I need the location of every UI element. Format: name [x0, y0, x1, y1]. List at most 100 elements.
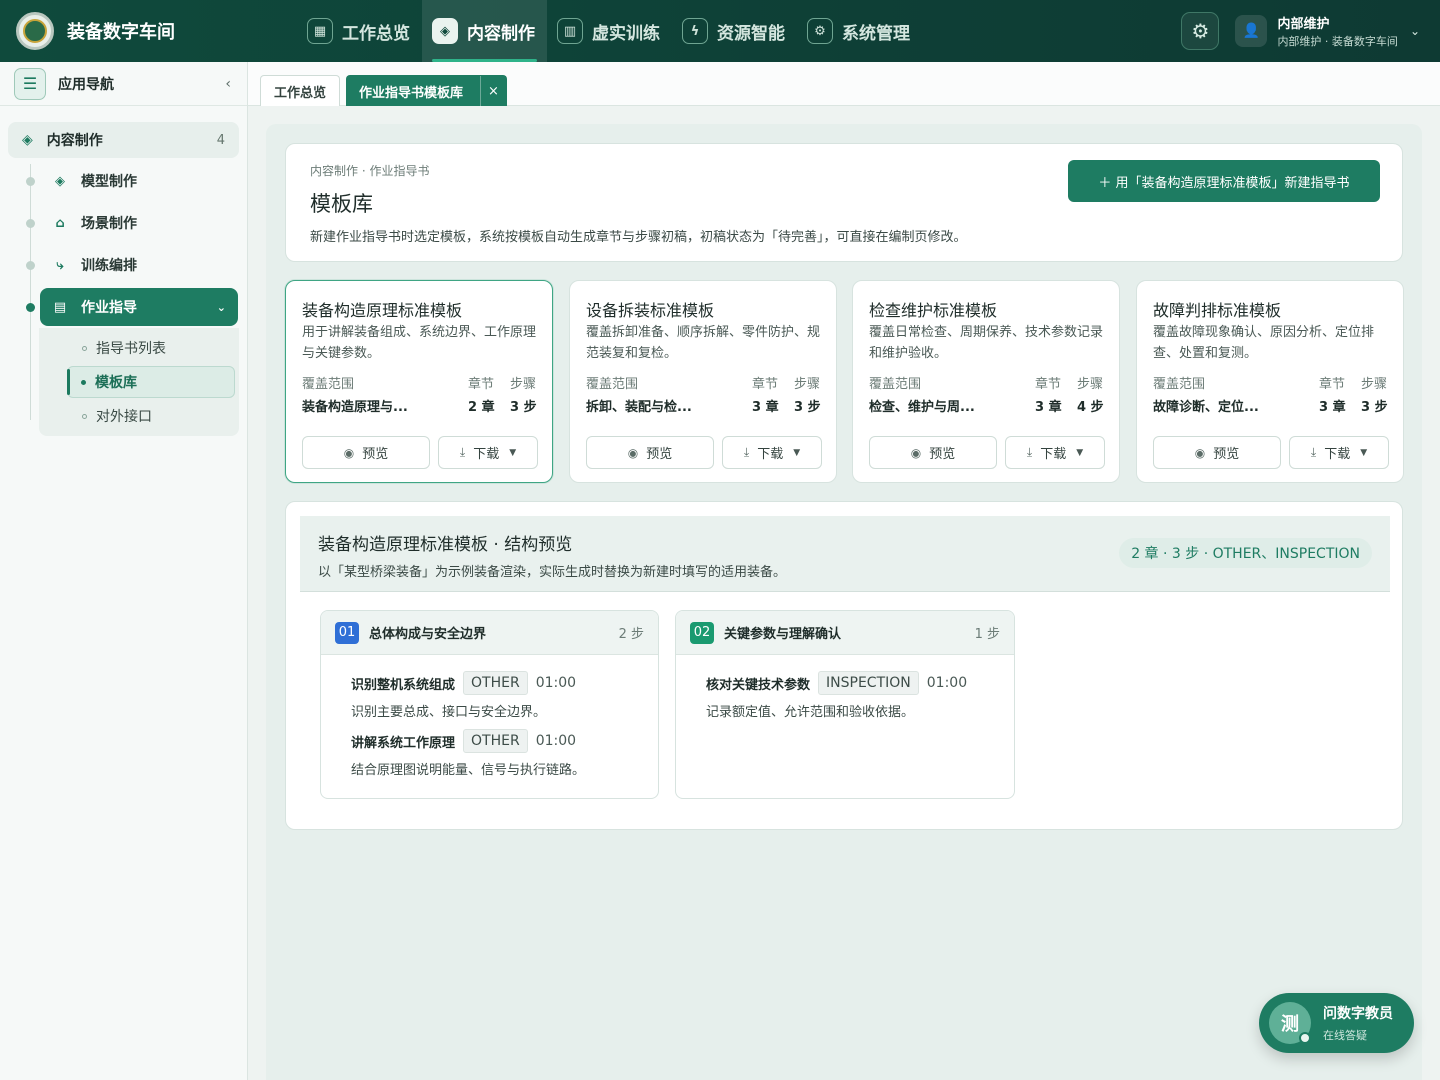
- menu-icon: ☰: [22, 74, 38, 93]
- step-type-tag: INSPECTION: [818, 671, 919, 695]
- spark-icon: ϟ: [682, 18, 708, 44]
- group-count: 4: [216, 132, 225, 148]
- cube-icon: ◈: [55, 173, 65, 189]
- topnav-system[interactable]: ⚙ 系统管理: [797, 0, 922, 62]
- caret-down-icon: ▼: [509, 447, 517, 458]
- building-icon: ⌂: [55, 215, 65, 231]
- chevron-down-icon: ⌄: [1409, 24, 1420, 38]
- sidebar-title: 应用导航: [58, 76, 114, 93]
- sidebar-subitem-api[interactable]: 对外接口: [39, 400, 239, 432]
- eye-icon: ◉: [343, 445, 355, 460]
- tab-overview[interactable]: 工作总览: [260, 75, 340, 106]
- assistant-avatar: 测: [1269, 1002, 1311, 1044]
- caret-down-icon: ▼: [1076, 447, 1084, 458]
- breadcrumb: 内容制作 · 作业指导书: [310, 164, 430, 178]
- document-icon: ▤: [53, 299, 67, 315]
- tree-node: [26, 177, 35, 186]
- chapter-title: 总体构成与安全边界: [369, 627, 487, 642]
- settings-button[interactable]: ⚙: [1181, 12, 1220, 50]
- tab-template-library[interactable]: 作业指导书模板库 ×: [346, 75, 507, 107]
- book-icon: ▥: [557, 18, 583, 44]
- template-card[interactable]: 设备拆装标准模板 覆盖拆卸准备、顺序拆解、零件防护、规范装复和复检。 覆盖范围 …: [569, 280, 837, 483]
- step-duration: 01:00: [535, 733, 577, 749]
- topnav-resources[interactable]: ϟ 资源智能: [672, 0, 797, 62]
- eye-icon: ◉: [1194, 445, 1206, 460]
- topnav-training[interactable]: ▥ 虚实训练: [547, 0, 672, 62]
- download-button[interactable]: ⤓ 下载 ▼: [438, 436, 538, 469]
- template-card[interactable]: 装备构造原理标准模板 用于讲解装备组成、系统边界、工作原理与关键参数。 覆盖范围…: [285, 280, 553, 483]
- menu-toggle-button[interactable]: ☰: [14, 67, 46, 100]
- preview-header: 装备构造原理标准模板 · 结构预览 以「某型桥梁装备」为示例装备渲染，实际生成时…: [300, 516, 1390, 592]
- step-type-tag: OTHER: [463, 729, 528, 753]
- download-icon: ⤓: [459, 445, 466, 459]
- step-duration: 01:00: [926, 675, 968, 691]
- tree-node: [26, 261, 35, 270]
- download-button[interactable]: ⤓ 下载 ▼: [722, 436, 822, 469]
- step-row: 讲解系统工作原理 OTHER 01:00: [351, 729, 576, 753]
- download-icon: ⤓: [1310, 445, 1317, 459]
- assistant-name: 问数字教员: [1323, 1006, 1393, 1022]
- preview-description: 以「某型桥梁装备」为示例装备渲染，实际生成时替换为新建时填写的适用装备。: [318, 565, 787, 580]
- sidebar-group-content[interactable]: ◈ 内容制作 4: [8, 122, 239, 158]
- template-card[interactable]: 检查维护标准模板 覆盖日常检查、周期保养、技术参数记录和维护验收。 覆盖范围 章…: [852, 280, 1120, 483]
- download-button[interactable]: ⤓ 下载 ▼: [1289, 436, 1389, 469]
- caret-down-icon: ▼: [793, 447, 801, 458]
- sidebar-item-model[interactable]: ◈ 模型制作: [40, 162, 238, 200]
- structure-preview: 装备构造原理标准模板 · 结构预览 以「某型桥梁装备」为示例装备渲染，实际生成时…: [285, 501, 1403, 830]
- step-duration: 01:00: [535, 675, 577, 691]
- page-description: 新建作业指导书时选定模板，系统按模板自动生成章节与步骤初稿，初稿状态为「待完善」…: [310, 230, 967, 245]
- topnav-content[interactable]: ◈ 内容制作: [422, 0, 547, 62]
- preview-title: 装备构造原理标准模板 · 结构预览: [318, 535, 573, 555]
- grid-icon: ▦: [307, 18, 333, 44]
- chapter-number: 02: [690, 621, 714, 644]
- chapter-step-count: 2 步: [618, 627, 644, 642]
- preview-button[interactable]: ◉ 预览: [586, 436, 714, 469]
- preview-button[interactable]: ◉ 预览: [1153, 436, 1281, 469]
- cube-icon: ◈: [22, 132, 33, 148]
- page-header: 内容制作 · 作业指导书 模板库 新建作业指导书时选定模板，系统按模板自动生成章…: [285, 143, 1403, 262]
- step-row: 识别整机系统组成 OTHER 01:00: [351, 671, 576, 695]
- chapter-number: 01: [335, 621, 359, 644]
- sidebar: ☰ 应用导航 ‹ ◈ 内容制作 4 ◈ 模型制作 ⌂ 场景制作 ⤷ 训练编排 ▤…: [0, 62, 248, 1080]
- template-card[interactable]: 故障判排标准模板 覆盖故障现象确认、原因分析、定位排查、处置和复测。 覆盖范围 …: [1136, 280, 1404, 483]
- page-title: 模板库: [310, 192, 373, 216]
- app-logo: [16, 12, 54, 50]
- step-description: 识别主要总成、接口与安全边界。: [351, 705, 547, 720]
- download-icon: ⤓: [1026, 445, 1033, 459]
- chapter-title: 关键参数与理解确认: [724, 627, 842, 642]
- step-description: 记录额定值、允许范围和验收依据。: [706, 705, 915, 720]
- close-icon[interactable]: ×: [480, 75, 506, 107]
- top-nav: ▦ 工作总览 ◈ 内容制作 ▥ 虚实训练 ϟ 资源智能 ⚙ 系统管理: [297, 0, 922, 62]
- caret-down-icon: ▼: [1360, 447, 1368, 458]
- sidebar-item-guidance[interactable]: ▤ 作业指导 ⌄: [40, 288, 238, 326]
- sidebar-subitem-templates[interactable]: 模板库: [67, 366, 235, 398]
- preview-summary-badge: 2 章 · 3 步 · OTHER、INSPECTION: [1119, 538, 1372, 568]
- step-type-tag: OTHER: [463, 671, 528, 695]
- chevron-down-icon: ⌄: [216, 300, 226, 314]
- sidebar-item-training[interactable]: ⤷ 训练编排: [40, 246, 238, 284]
- download-button[interactable]: ⤓ 下载 ▼: [1005, 436, 1105, 469]
- cube-icon: ◈: [432, 18, 458, 44]
- new-guide-button[interactable]: ＋ 用「装备构造原理标准模板」新建指导书: [1068, 160, 1380, 202]
- app-title: 装备数字车间: [67, 22, 175, 43]
- chapter-step-count: 1 步: [974, 627, 1000, 642]
- gear-icon: ⚙: [807, 18, 833, 44]
- sidebar-subitem-list[interactable]: 指导书列表: [39, 332, 239, 364]
- preview-button[interactable]: ◉ 预览: [869, 436, 997, 469]
- user-menu[interactable]: 👤 内部维护 内部维护 · 装备数字车间 ⌄: [1235, 13, 1420, 49]
- tree-line: [30, 164, 31, 420]
- assistant-button[interactable]: 测 问数字教员 在线答疑: [1259, 993, 1414, 1053]
- chevron-left-icon: ‹: [225, 75, 231, 92]
- user-sub: 内部维护 · 装备数字车间: [1277, 35, 1398, 48]
- user-icon: 👤: [1235, 15, 1268, 47]
- tab-strip: 工作总览 作业指导书模板库 ×: [248, 62, 1440, 107]
- download-icon: ⤓: [743, 445, 750, 459]
- sidebar-item-scene[interactable]: ⌂ 场景制作: [40, 204, 238, 242]
- collapse-sidebar-button[interactable]: ‹: [225, 76, 231, 92]
- flow-icon: ⤷: [56, 257, 64, 273]
- chapter-card: 02 关键参数与理解确认 1 步 核对关键技术参数 INSPECTION 01:…: [675, 610, 1015, 799]
- preview-button[interactable]: ◉ 预览: [302, 436, 430, 469]
- topnav-overview[interactable]: ▦ 工作总览: [297, 0, 422, 62]
- top-bar: 装备数字车间 ▦ 工作总览 ◈ 内容制作 ▥ 虚实训练 ϟ 资源智能 ⚙ 系统管…: [0, 0, 1440, 62]
- tree-node: [26, 219, 35, 228]
